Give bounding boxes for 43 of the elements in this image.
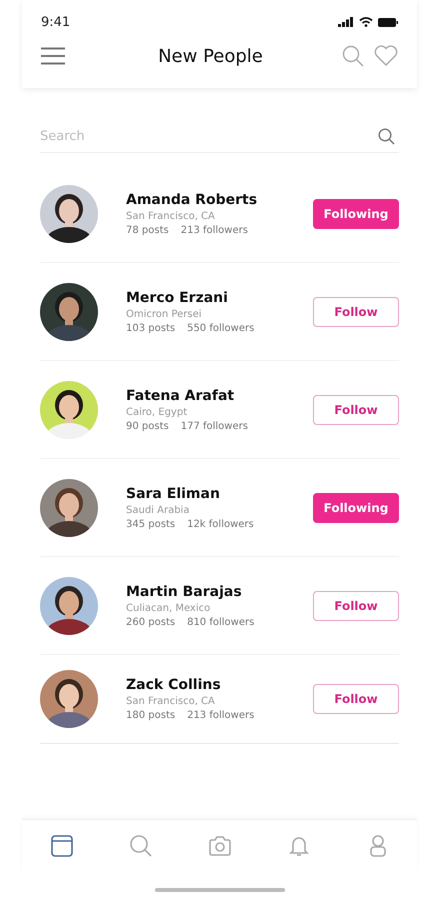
person-location: Omicron Persei [126, 308, 202, 320]
follower-count: 213 followers [180, 224, 248, 236]
person-name: Amanda Roberts [126, 192, 258, 208]
person-name: Fatena Arafat [126, 388, 236, 404]
camera-tab[interactable] [208, 834, 232, 858]
signal-icon [338, 17, 354, 27]
person-location: Culiacan, Mexico [126, 602, 212, 614]
follower-count: 12k followers [187, 518, 254, 530]
search-icon[interactable] [342, 45, 364, 67]
person-name: Merco Erzani [126, 290, 229, 306]
follow-button[interactable]: Following [313, 198, 399, 228]
battery-icon [378, 18, 398, 26]
person-location: San Francisco, CA [126, 696, 216, 707]
status-time: 9:41 [41, 14, 70, 30]
heart-icon[interactable] [374, 45, 398, 67]
person-location: Saudi Arabia [126, 504, 190, 516]
person-location: San Francisco, CA [126, 210, 216, 222]
wifi-icon [359, 17, 373, 27]
follow-button[interactable]: Follow [313, 296, 399, 326]
person-name: Zack Collins [126, 677, 222, 693]
bell-tab[interactable] [286, 834, 310, 858]
home-tab[interactable] [50, 834, 74, 858]
follower-count: 810 followers [187, 616, 254, 628]
follower-count: 213 followers [187, 710, 254, 721]
follower-count: 177 followers [180, 420, 248, 432]
post-count: 260 posts [126, 616, 176, 628]
post-count: 103 posts [126, 322, 176, 334]
post-count: 345 posts [126, 518, 176, 530]
post-count: 90 posts [126, 420, 169, 432]
follow-button[interactable]: Following [313, 492, 399, 522]
person-name: Martin Barajas [126, 584, 243, 600]
follower-count: 550 followers [187, 322, 254, 334]
post-count: 78 posts [126, 224, 169, 236]
search-tab[interactable] [128, 834, 152, 858]
follow-button[interactable]: Follow [313, 590, 399, 620]
person-name: Sara Eliman [126, 486, 221, 502]
post-count: 180 posts [126, 710, 176, 721]
person-location: Cairo, Egypt [126, 406, 188, 418]
search-icon [378, 128, 395, 144]
follow-button[interactable]: Follow [313, 394, 399, 424]
menu-icon[interactable] [41, 47, 65, 65]
page-title: New People [158, 46, 263, 66]
follow-button[interactable]: Follow [313, 684, 399, 714]
